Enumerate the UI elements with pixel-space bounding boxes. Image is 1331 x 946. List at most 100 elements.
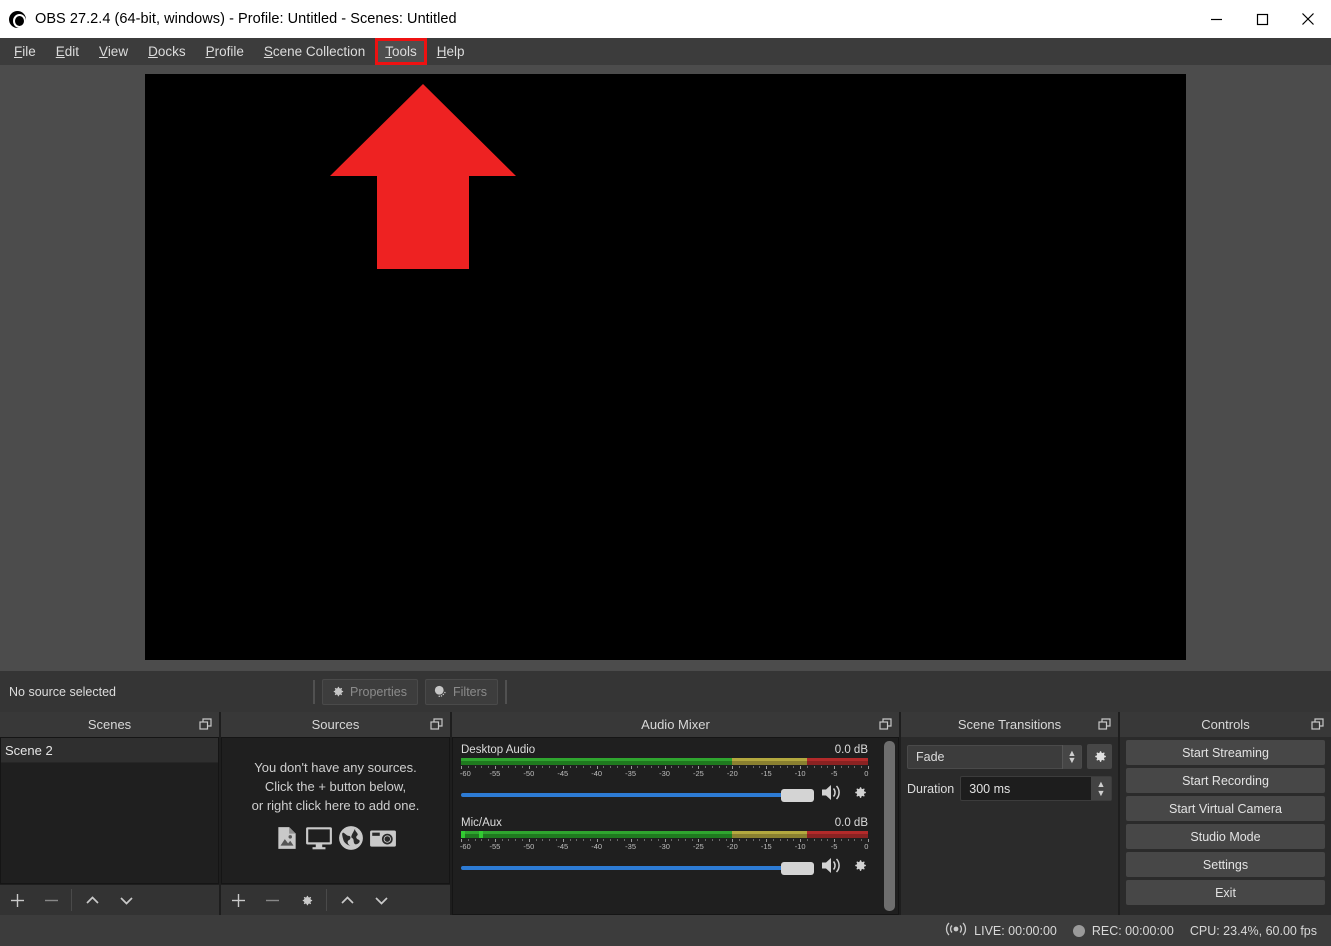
close-icon[interactable] xyxy=(1285,0,1331,38)
move-scene-down-button[interactable] xyxy=(109,885,143,916)
filters-button[interactable]: Filters xyxy=(425,678,499,705)
volume-slider[interactable] xyxy=(461,787,814,803)
float-dock-icon[interactable] xyxy=(1311,718,1324,731)
start-streaming-button[interactable]: Start Streaming xyxy=(1126,740,1325,765)
transition-select[interactable]: Fade ▲ ▼ xyxy=(907,744,1082,769)
mute-speaker-icon[interactable] xyxy=(821,856,844,880)
minimize-icon[interactable] xyxy=(1193,0,1239,38)
scale-minor-tick xyxy=(739,766,741,768)
move-source-down-button[interactable] xyxy=(364,885,398,916)
float-dock-icon[interactable] xyxy=(879,718,892,731)
settings-button[interactable]: Settings xyxy=(1126,852,1325,877)
source-status-label: No source selected xyxy=(9,684,117,699)
scale-minor-tick xyxy=(617,839,619,841)
stepper-down-glyph[interactable]: ▼ xyxy=(1097,789,1106,798)
volume-slider-handle[interactable] xyxy=(781,862,814,875)
sources-list[interactable]: You don't have any sources. Click the + … xyxy=(221,737,450,884)
scale-minor-tick xyxy=(827,766,829,768)
menu-item-file[interactable]: File xyxy=(4,38,46,65)
scale-minor-tick xyxy=(555,839,557,841)
duration-stepper[interactable]: ▲ ▼ xyxy=(1091,777,1111,800)
menu-item-scene-collection[interactable]: Scene Collection xyxy=(254,38,375,65)
scenes-title-label: Scenes xyxy=(87,717,132,732)
live-timer-label: LIVE: 00:00:00 xyxy=(974,923,1057,938)
audio-mixer-scrollbar-thumb[interactable] xyxy=(884,741,895,911)
start-recording-button[interactable]: Start Recording xyxy=(1126,768,1325,793)
move-scene-up-button[interactable] xyxy=(75,885,109,916)
scale-tick-label: -15 xyxy=(760,769,772,778)
toolbar-divider xyxy=(313,679,316,704)
cpu-status-group: CPU: 23.4%, 60.00 fps xyxy=(1190,924,1317,938)
duration-label: Duration xyxy=(907,781,955,796)
studio-mode-button[interactable]: Studio Mode xyxy=(1126,824,1325,849)
float-dock-icon[interactable] xyxy=(199,718,212,731)
add-scene-button[interactable] xyxy=(0,885,34,916)
sources-empty-placeholder: You don't have any sources. Click the + … xyxy=(222,738,449,883)
volume-slider[interactable] xyxy=(461,860,814,876)
scale-minor-tick xyxy=(684,839,686,841)
sources-toolbar xyxy=(221,884,450,915)
live-status-group: LIVE: 00:00:00 xyxy=(945,921,1057,940)
scale-minor-tick xyxy=(671,766,673,768)
scale-tick-label: -10 xyxy=(794,769,806,778)
properties-button[interactable]: Properties xyxy=(322,678,418,705)
scene-list-item[interactable]: Scene 2 xyxy=(1,738,218,763)
scale-tick-label: -50 xyxy=(523,842,535,851)
scale-tick-label: -30 xyxy=(659,769,670,778)
menu-item-profile[interactable]: Profile xyxy=(196,38,254,65)
scale-tick-label: -10 xyxy=(794,842,806,851)
chevron-updown-icon[interactable]: ▲ ▼ xyxy=(1062,744,1081,769)
scenes-dock: Scenes Scene 2 xyxy=(0,712,221,915)
mixer-track-name: Mic/Aux xyxy=(461,817,502,829)
scale-minor-tick xyxy=(847,839,849,841)
scale-tick-label: -55 xyxy=(489,769,501,778)
scale-minor-tick xyxy=(515,839,517,841)
start-virtual-camera-button[interactable]: Start Virtual Camera xyxy=(1126,796,1325,821)
scale-minor-tick xyxy=(861,766,863,768)
volume-slider-handle[interactable] xyxy=(781,789,814,802)
menu-item-docks[interactable]: Docks xyxy=(138,38,196,65)
menu-item-edit[interactable]: Edit xyxy=(46,38,89,65)
mute-speaker-icon[interactable] xyxy=(821,783,844,807)
scenes-list[interactable]: Scene 2 xyxy=(0,737,219,884)
exit-button[interactable]: Exit xyxy=(1126,880,1325,905)
preview-canvas[interactable] xyxy=(145,74,1186,660)
preview-area[interactable] xyxy=(0,65,1331,671)
scale-minor-tick xyxy=(481,766,483,768)
scale-tick-label: 0 xyxy=(864,842,869,851)
audio-mixer-scrollbar[interactable] xyxy=(884,741,895,911)
scale-minor-tick xyxy=(535,766,537,768)
scale-minor-tick xyxy=(583,766,585,768)
menu-item-help[interactable]: Help xyxy=(427,38,475,65)
source-properties-button[interactable] xyxy=(289,885,323,916)
scale-tick-label: -55 xyxy=(489,842,501,851)
remove-source-button[interactable] xyxy=(255,885,289,916)
scale-minor-tick xyxy=(725,766,727,768)
scale-minor-tick xyxy=(820,766,822,768)
remove-scene-button[interactable] xyxy=(34,885,68,916)
audio-mixer-body[interactable]: Desktop Audio 0.0 dB -60 -55 -50 -45 -40 -35-… xyxy=(452,737,899,915)
float-dock-icon[interactable] xyxy=(430,718,443,731)
transition-properties-button[interactable] xyxy=(1087,744,1112,769)
scale-minor-tick xyxy=(535,839,537,841)
sources-empty-line-1: You don't have any sources. xyxy=(254,760,417,775)
scale-tick-label: -50 xyxy=(523,769,535,778)
scale-minor-tick xyxy=(488,766,490,768)
menu-item-view[interactable]: View xyxy=(89,38,138,65)
scale-minor-tick xyxy=(644,766,646,768)
scale-tick-label: -5 xyxy=(830,842,838,851)
mixer-settings-gear-icon[interactable] xyxy=(851,784,868,806)
float-dock-icon[interactable] xyxy=(1098,718,1111,731)
record-dot-icon xyxy=(1072,924,1085,937)
scale-minor-tick xyxy=(718,839,720,841)
stepper-up-glyph[interactable]: ▲ xyxy=(1097,780,1106,789)
maximize-icon[interactable] xyxy=(1239,0,1285,38)
image-icon xyxy=(274,825,300,856)
duration-input[interactable]: 300 ms ▲ ▼ xyxy=(960,776,1112,801)
scale-minor-tick xyxy=(657,766,659,768)
menu-item-tools[interactable]: Tools xyxy=(375,38,427,65)
add-source-button[interactable] xyxy=(221,885,255,916)
cpu-usage-label: CPU: 23.4%, 60.00 fps xyxy=(1189,923,1317,938)
move-source-up-button[interactable] xyxy=(330,885,364,916)
mixer-settings-gear-icon[interactable] xyxy=(851,857,868,879)
